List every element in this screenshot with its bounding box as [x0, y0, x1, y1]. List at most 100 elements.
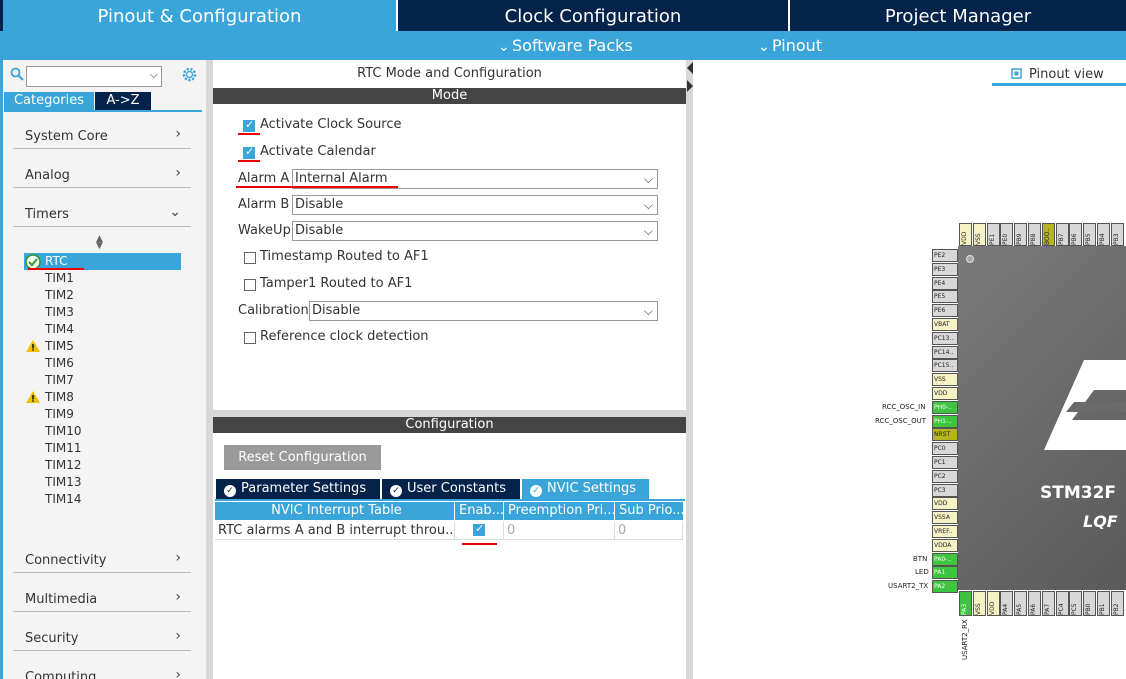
- pin-pa6[interactable]: PA6: [1028, 591, 1041, 616]
- pin-vdd[interactable]: VDD: [959, 223, 972, 246]
- activate-calendar-checkbox[interactable]: [243, 145, 255, 159]
- pin-pb2[interactable]: PB2: [1110, 591, 1124, 616]
- timer-item-tim5[interactable]: TIM5: [45, 338, 74, 355]
- nvic-sub-priority-cell[interactable]: 0: [615, 521, 683, 540]
- pin-vdda[interactable]: VDDA: [932, 538, 958, 552]
- alarm-b-select[interactable]: Disable ⌵: [292, 195, 658, 215]
- pin-vdd[interactable]: VDD: [932, 497, 958, 511]
- pin-vref[interactable]: VREF..: [932, 525, 958, 538]
- pin-pa0[interactable]: PA0-..: [932, 552, 958, 566]
- search-icon[interactable]: [10, 67, 24, 81]
- tab-project-manager[interactable]: Project Manager: [790, 0, 1126, 31]
- timestamp-checkbox[interactable]: [244, 252, 256, 264]
- timer-item-tim12[interactable]: TIM12: [45, 457, 82, 474]
- pin-pa1[interactable]: PA1: [932, 566, 958, 580]
- pin-pc13[interactable]: PC13..: [932, 331, 958, 345]
- column-header-enabled[interactable]: Enab...: [455, 502, 503, 520]
- pin-pe6[interactable]: PE6: [932, 304, 958, 318]
- tab-a-z[interactable]: A->Z: [95, 92, 151, 110]
- nvic-enable-checkbox[interactable]: [473, 522, 485, 536]
- pin-vss[interactable]: VSS: [972, 223, 986, 246]
- refclock-checkbox[interactable]: [244, 332, 256, 344]
- wakeup-select[interactable]: Disable ⌵: [292, 221, 658, 241]
- pin-pc4[interactable]: PC4: [1055, 591, 1069, 616]
- panel-splitter[interactable]: [206, 60, 213, 679]
- pin-pa2[interactable]: PA2: [932, 580, 958, 594]
- category-analog[interactable]: Analog ›: [13, 164, 191, 188]
- timer-item-tim2[interactable]: TIM2: [45, 287, 74, 304]
- pin-vss[interactable]: VSS: [972, 591, 986, 616]
- pin-vss[interactable]: VSS: [932, 373, 958, 387]
- calibration-select[interactable]: Disable ⌵: [309, 301, 658, 321]
- pin-pe0[interactable]: PE0: [1000, 223, 1014, 246]
- pinout-menu[interactable]: ⌄ Pinout: [758, 31, 822, 60]
- panel-splitter[interactable]: [686, 60, 693, 679]
- pin-pe5[interactable]: PE5: [932, 290, 958, 304]
- column-header-nvic[interactable]: NVIC Interrupt Table: [215, 502, 454, 520]
- pin-pc5[interactable]: PC5: [1069, 591, 1083, 616]
- pin-pb9[interactable]: PB9: [1014, 223, 1028, 246]
- pin-pb4[interactable]: PB4: [1097, 223, 1110, 246]
- pin-pc15[interactable]: PC15..: [932, 359, 958, 373]
- pinout-view-tab[interactable]: Pinout view: [1029, 67, 1104, 82]
- tab-clock-configuration[interactable]: Clock Configuration: [398, 0, 788, 31]
- pin-vdd[interactable]: VDD: [986, 591, 1000, 616]
- tab-categories[interactable]: Categories: [4, 92, 94, 110]
- tab-user-constants[interactable]: ✓ User Constants: [382, 479, 520, 499]
- timer-item-tim1[interactable]: TIM1: [45, 270, 74, 287]
- column-header-preemption[interactable]: Preemption Pri...: [504, 502, 614, 520]
- column-header-sub-priority[interactable]: Sub Prio...: [615, 502, 683, 520]
- pin-pe1[interactable]: PE1: [986, 223, 1000, 246]
- timer-item-tim7[interactable]: TIM7: [45, 372, 74, 389]
- activate-clock-checkbox[interactable]: [243, 118, 255, 132]
- pin-pa4[interactable]: PA4: [1000, 591, 1014, 616]
- timer-item-tim10[interactable]: TIM10: [45, 423, 82, 440]
- tab-parameter-settings[interactable]: ✓ Parameter Settings: [216, 479, 380, 499]
- pin-pb0[interactable]: PB0: [1083, 591, 1097, 616]
- pin-nrst[interactable]: NRST: [932, 428, 958, 442]
- pin-pa3[interactable]: PA3: [959, 591, 972, 616]
- pin-pb5[interactable]: PB5: [1083, 223, 1097, 246]
- pin-pb6[interactable]: PB6: [1069, 223, 1083, 246]
- timer-item-tim8[interactable]: TIM8: [45, 389, 74, 406]
- pin-pe2[interactable]: PE2: [932, 249, 958, 262]
- timer-item-tim14[interactable]: TIM14: [45, 491, 82, 508]
- pin-pe3[interactable]: PE3: [932, 262, 958, 276]
- sort-icon[interactable]: ▲ ▼: [96, 235, 103, 251]
- category-system-core[interactable]: System Core ›: [13, 125, 191, 149]
- pin-vssa[interactable]: VSSA: [932, 511, 958, 525]
- pin-ph1[interactable]: PH1-..: [932, 414, 958, 428]
- pin-pa5[interactable]: PA5: [1014, 591, 1028, 616]
- category-security[interactable]: Security ›: [13, 627, 191, 651]
- category-timers[interactable]: Timers ⌄: [13, 203, 191, 227]
- search-input[interactable]: ⌵: [26, 66, 162, 87]
- timer-item-tim13[interactable]: TIM13: [45, 474, 82, 491]
- pin-boo[interactable]: BOO..: [1041, 223, 1055, 246]
- pin-pb8[interactable]: PB8: [1028, 223, 1041, 246]
- timer-item-tim6[interactable]: TIM6: [45, 355, 74, 372]
- software-packs-menu[interactable]: ⌄ Software Packs: [498, 31, 633, 60]
- pin-vdd[interactable]: VDD: [932, 387, 958, 400]
- pin-vbat[interactable]: VBAT: [932, 318, 958, 331]
- category-computing[interactable]: Computing ›: [13, 666, 191, 679]
- pin-pb3[interactable]: PB3: [1110, 223, 1124, 246]
- pin-pc2[interactable]: PC2: [932, 469, 958, 483]
- pin-pe4[interactable]: PE4: [932, 276, 958, 290]
- pin-pa7[interactable]: PA7: [1041, 591, 1055, 616]
- timer-item-tim11[interactable]: TIM11: [45, 440, 82, 457]
- timer-item-tim9[interactable]: TIM9: [45, 406, 74, 423]
- timer-item-tim4[interactable]: TIM4: [45, 321, 74, 338]
- panel-divider[interactable]: [213, 410, 686, 417]
- tab-nvic-settings[interactable]: ✓ NVIC Settings: [522, 479, 649, 499]
- nvic-preemption-cell[interactable]: 0: [504, 521, 615, 540]
- pin-ph0[interactable]: PH0-..: [932, 400, 958, 414]
- gear-icon[interactable]: [181, 66, 198, 83]
- timer-item-tim3[interactable]: TIM3: [45, 304, 74, 321]
- pin-pc14[interactable]: PC14..: [932, 345, 958, 359]
- pin-pc0[interactable]: PC0: [932, 442, 958, 456]
- tab-pinout-configuration[interactable]: Pinout & Configuration: [3, 0, 396, 31]
- pin-pb7[interactable]: PB7: [1055, 223, 1069, 246]
- category-connectivity[interactable]: Connectivity ›: [13, 549, 191, 573]
- tamper-checkbox[interactable]: [244, 279, 256, 291]
- pin-pc1[interactable]: PC1: [932, 456, 958, 469]
